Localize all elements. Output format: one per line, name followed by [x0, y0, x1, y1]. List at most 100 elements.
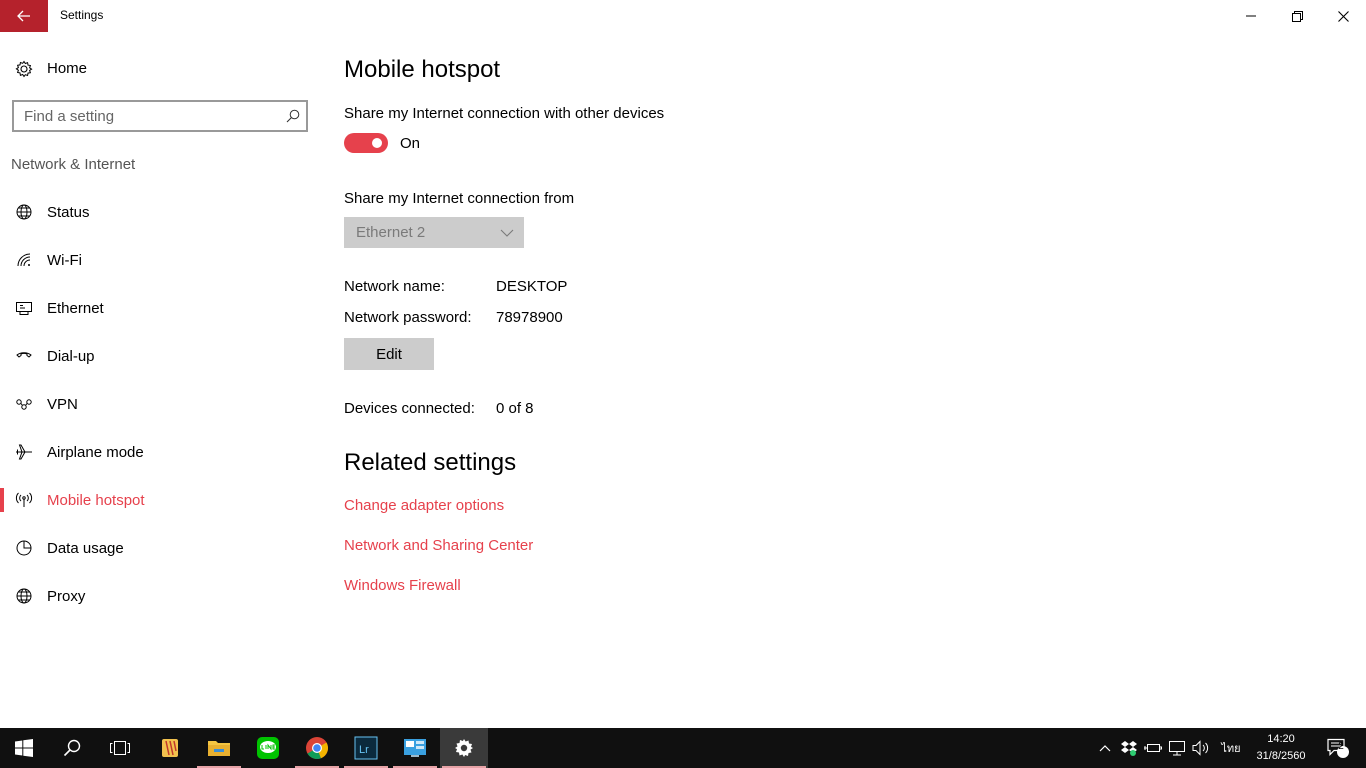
taskbar-app-lightroom[interactable]: Lr [342, 728, 390, 768]
sidebar-item-label: Airplane mode [47, 444, 144, 461]
sidebar-item-airplane-mode[interactable]: Airplane mode [0, 428, 320, 476]
ethernet-icon [16, 302, 32, 315]
network-password-label: Network password: [344, 309, 472, 326]
search-icon[interactable] [286, 109, 300, 123]
connection-source-dropdown[interactable]: Ethernet 2 [344, 217, 524, 248]
devices-connected-label: Devices connected: [344, 400, 475, 417]
sidebar-item-vpn[interactable]: VPN [0, 380, 320, 428]
settings-search[interactable] [12, 100, 308, 132]
show-hidden-icons-button[interactable] [1094, 728, 1116, 768]
share-connection-label: Share my Internet connection with other … [344, 105, 665, 122]
close-button[interactable] [1320, 0, 1366, 32]
start-button[interactable] [0, 728, 48, 768]
clock-time: 14:20 [1267, 733, 1295, 745]
action-center-button[interactable]: 2 [1318, 728, 1358, 768]
minimize-icon [1246, 15, 1256, 17]
back-button[interactable] [0, 0, 48, 32]
dropdown-value: Ethernet 2 [356, 224, 426, 241]
sidebar-item-proxy[interactable]: Proxy [0, 572, 320, 620]
dropbox-icon [1121, 741, 1137, 756]
related-settings-title: Related settings [344, 449, 517, 476]
taskbar-app-file-explorer[interactable] [195, 728, 243, 768]
toggle-knob [372, 138, 382, 148]
taskbar-app-settings[interactable] [440, 728, 488, 768]
sidebar-item-data-usage[interactable]: Data usage [0, 524, 320, 572]
network-name-value: DESKTOP [496, 278, 568, 295]
sidebar-item-label: Status [47, 204, 90, 221]
sidebar-item-label: Proxy [47, 588, 86, 605]
sidebar-item-wifi[interactable]: Wi-Fi [0, 236, 320, 284]
share-from-label: Share my Internet connection from [344, 190, 575, 207]
data-usage-icon [16, 540, 32, 556]
tray-network[interactable] [1166, 728, 1188, 768]
tray-dropbox[interactable] [1118, 728, 1140, 768]
search-input[interactable] [14, 102, 284, 130]
app-icon [162, 739, 178, 757]
devices-connected-value: 0 of 8 [496, 400, 534, 417]
network-icon [1169, 741, 1185, 756]
taskbar-app-notes[interactable] [146, 728, 194, 768]
taskbar-app-chrome[interactable] [293, 728, 341, 768]
line-icon [257, 737, 279, 759]
tray-volume[interactable] [1190, 728, 1212, 768]
chrome-icon [306, 737, 329, 760]
toggle-state-label: On [400, 135, 421, 152]
network-sharing-center-link[interactable]: Network and Sharing Center [344, 537, 533, 554]
sidebar-item-label: Data usage [47, 540, 124, 557]
window-title: Settings [60, 8, 104, 22]
chevron-up-icon [1099, 745, 1111, 752]
taskbar: Lr ไทย 14:20 31/8/2560 2 [0, 728, 1366, 768]
battery-plug-icon [1144, 744, 1162, 752]
page-title: Mobile hotspot [344, 56, 501, 83]
sidebar-item-status[interactable]: Status [0, 188, 320, 236]
taskbar-app-control-panel[interactable] [391, 728, 439, 768]
task-view-icon [110, 741, 130, 755]
taskbar-search-button[interactable] [48, 728, 96, 768]
sidebar-item-label: Ethernet [47, 300, 104, 317]
close-icon [1337, 10, 1349, 22]
start-icon [15, 739, 33, 757]
clock-date: 31/8/2560 [1256, 750, 1306, 762]
file-explorer-icon [208, 741, 230, 756]
wifi-icon [17, 253, 31, 267]
home-nav[interactable]: Home [0, 52, 320, 86]
home-label: Home [47, 60, 88, 77]
settings-icon [455, 739, 473, 757]
windows-firewall-link[interactable]: Windows Firewall [344, 577, 461, 594]
change-adapter-options-link[interactable]: Change adapter options [344, 497, 504, 514]
sidebar-item-label: Dial-up [47, 348, 95, 365]
sidebar-item-ethernet[interactable]: Ethernet [0, 284, 320, 332]
hotspot-icon [15, 492, 33, 507]
section-title: Network & Internet [11, 156, 136, 173]
airplane-icon [16, 444, 32, 460]
restore-button[interactable] [1274, 0, 1320, 32]
sidebar-nav: Status Wi-Fi Ethernet Dial-up VPN Airpla… [0, 188, 320, 620]
volume-icon [1192, 740, 1209, 756]
gear-icon [15, 60, 33, 78]
dialup-icon [16, 352, 32, 358]
svg-text:Lr: Lr [359, 744, 369, 756]
lightroom-icon: Lr [354, 736, 378, 760]
sidebar-item-label: Wi-Fi [47, 252, 82, 269]
tray-power[interactable] [1142, 728, 1164, 768]
sidebar-item-label: VPN [47, 396, 78, 413]
sidebar-item-dial-up[interactable]: Dial-up [0, 332, 320, 380]
restore-icon [1291, 10, 1303, 22]
language-indicator[interactable]: ไทย [1216, 728, 1246, 768]
clock[interactable]: 14:20 31/8/2560 [1254, 731, 1308, 765]
notification-count: 2 [1338, 741, 1344, 752]
vpn-icon [16, 399, 32, 410]
back-arrow-icon [17, 10, 30, 22]
search-icon [63, 739, 81, 757]
edit-button[interactable]: Edit [344, 338, 434, 370]
minimize-button[interactable] [1228, 0, 1274, 32]
hotspot-toggle[interactable] [344, 133, 388, 153]
control-panel-icon [404, 739, 426, 757]
taskbar-app-line[interactable] [244, 728, 292, 768]
globe-icon [16, 588, 32, 604]
network-password-value: 78978900 [496, 309, 563, 326]
chevron-down-icon [500, 229, 514, 237]
globe-icon [16, 204, 32, 220]
sidebar-item-mobile-hotspot[interactable]: Mobile hotspot [0, 476, 320, 524]
task-view-button[interactable] [96, 728, 144, 768]
